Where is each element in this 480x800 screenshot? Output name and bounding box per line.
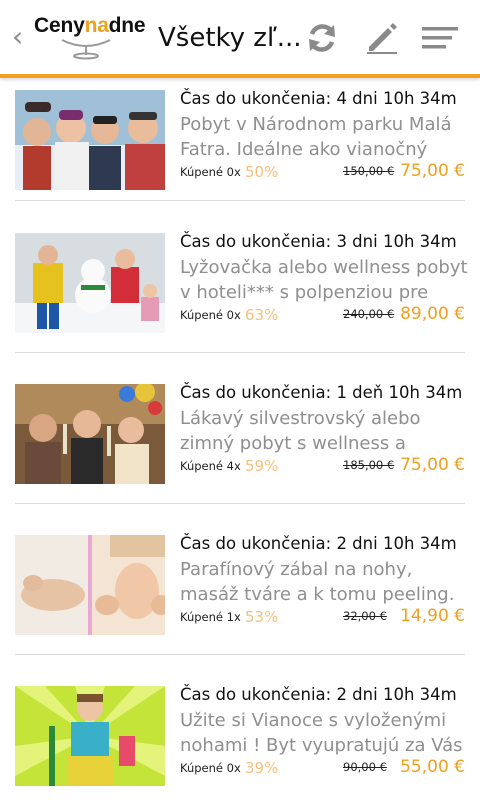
deal-discount: 63% [245,306,279,324]
deal-description: Užite si Vianoce s vyloženými nohami ! B… [180,710,463,756]
deal-time-left: Čas do ukončenia: 3 dni 10h 34m [180,232,457,251]
deal-image-snowman-family[interactable] [15,233,165,333]
page-title: Všetky zľ... [158,23,302,53]
deal-old-price: 32,00 € [343,609,387,623]
deal-description: Lákavý silvestrovský alebo zimný pobyt s… [180,408,421,454]
deal-old-price: 90,00 € [343,760,387,774]
divider [15,503,465,504]
deal-bought-count: Kúpené 1x [180,610,241,624]
deal-price: 89,00 € [400,304,465,324]
deal-description: Pobyt v Národnom parku Malá Fatra. Ideál… [180,114,452,160]
deal-discount: 59% [245,457,279,475]
deal-discount: 53% [245,608,279,626]
deal-image-new-year-party[interactable] [15,384,165,484]
deal-image-spa-massage[interactable] [15,535,165,635]
deal-item[interactable]: Čas do ukončenia: 4 dni 10h 34m Pobyt v … [15,89,465,190]
deal-image-friends-skiing[interactable] [15,90,165,190]
deal-time-left: Čas do ukončenia: 4 dni 10h 34m [180,89,457,108]
divider [15,654,465,655]
menu-icon[interactable] [420,18,460,58]
app-bar-accent-line [0,74,480,78]
divider [15,352,465,353]
deal-old-price: 150,00 € [343,164,395,178]
deal-item[interactable]: Čas do ukončenia: 2 dni 10h 34m Parafíno… [15,534,465,635]
deal-discount: 50% [245,163,279,181]
deal-time-left: Čas do ukončenia: 2 dni 10h 34m [180,685,457,704]
deal-time-left: Čas do ukončenia: 2 dni 10h 34m [180,534,457,553]
deal-bought-count: Kúpené 0x [180,165,241,179]
deal-image-cleaning-lady[interactable] [15,686,165,786]
refresh-icon[interactable] [302,18,342,58]
deal-old-price: 240,00 € [343,307,395,321]
divider [15,200,465,201]
deal-old-price: 185,00 € [343,458,395,472]
chevron-left-icon[interactable]: ‹ [12,22,23,52]
deal-bought-count: Kúpené 4x [180,459,241,473]
deal-time-left: Čas do ukončenia: 1 deň 10h 34m [180,383,463,402]
deal-description: Parafínový zábal na nohy, masáž tváre a … [180,559,455,605]
logo-text-ceny: Ceny [34,14,85,37]
logo-text-na: na [84,14,109,37]
deal-item[interactable]: Čas do ukončenia: 1 deň 10h 34m Lákavý s… [15,383,465,484]
deal-discount: 39% [245,759,279,777]
deal-item[interactable]: Čas do ukončenia: 3 dni 10h 34m Lyžovačk… [15,232,468,333]
deal-bought-count: Kúpené 0x [180,308,241,322]
deal-item[interactable]: Čas do ukončenia: 2 dni 10h 34m Užite si… [15,685,465,786]
logo-text-dne: dne [108,14,146,37]
deal-price: 55,00 € [400,757,465,777]
pencil-icon[interactable] [362,18,402,58]
app-bar: ‹ Cenynadne Všetky zľ... [0,0,480,74]
app-logo[interactable]: Cenynadne [34,14,146,62]
deal-price: 14,90 € [400,606,465,626]
deal-description: Lyžovačka alebo wellness pobyt v hoteli*… [180,257,468,303]
deal-price: 75,00 € [400,161,465,181]
deal-bought-count: Kúpené 0x [180,761,241,775]
deal-price: 75,00 € [400,455,465,475]
logo-cup-icon [61,39,111,60]
